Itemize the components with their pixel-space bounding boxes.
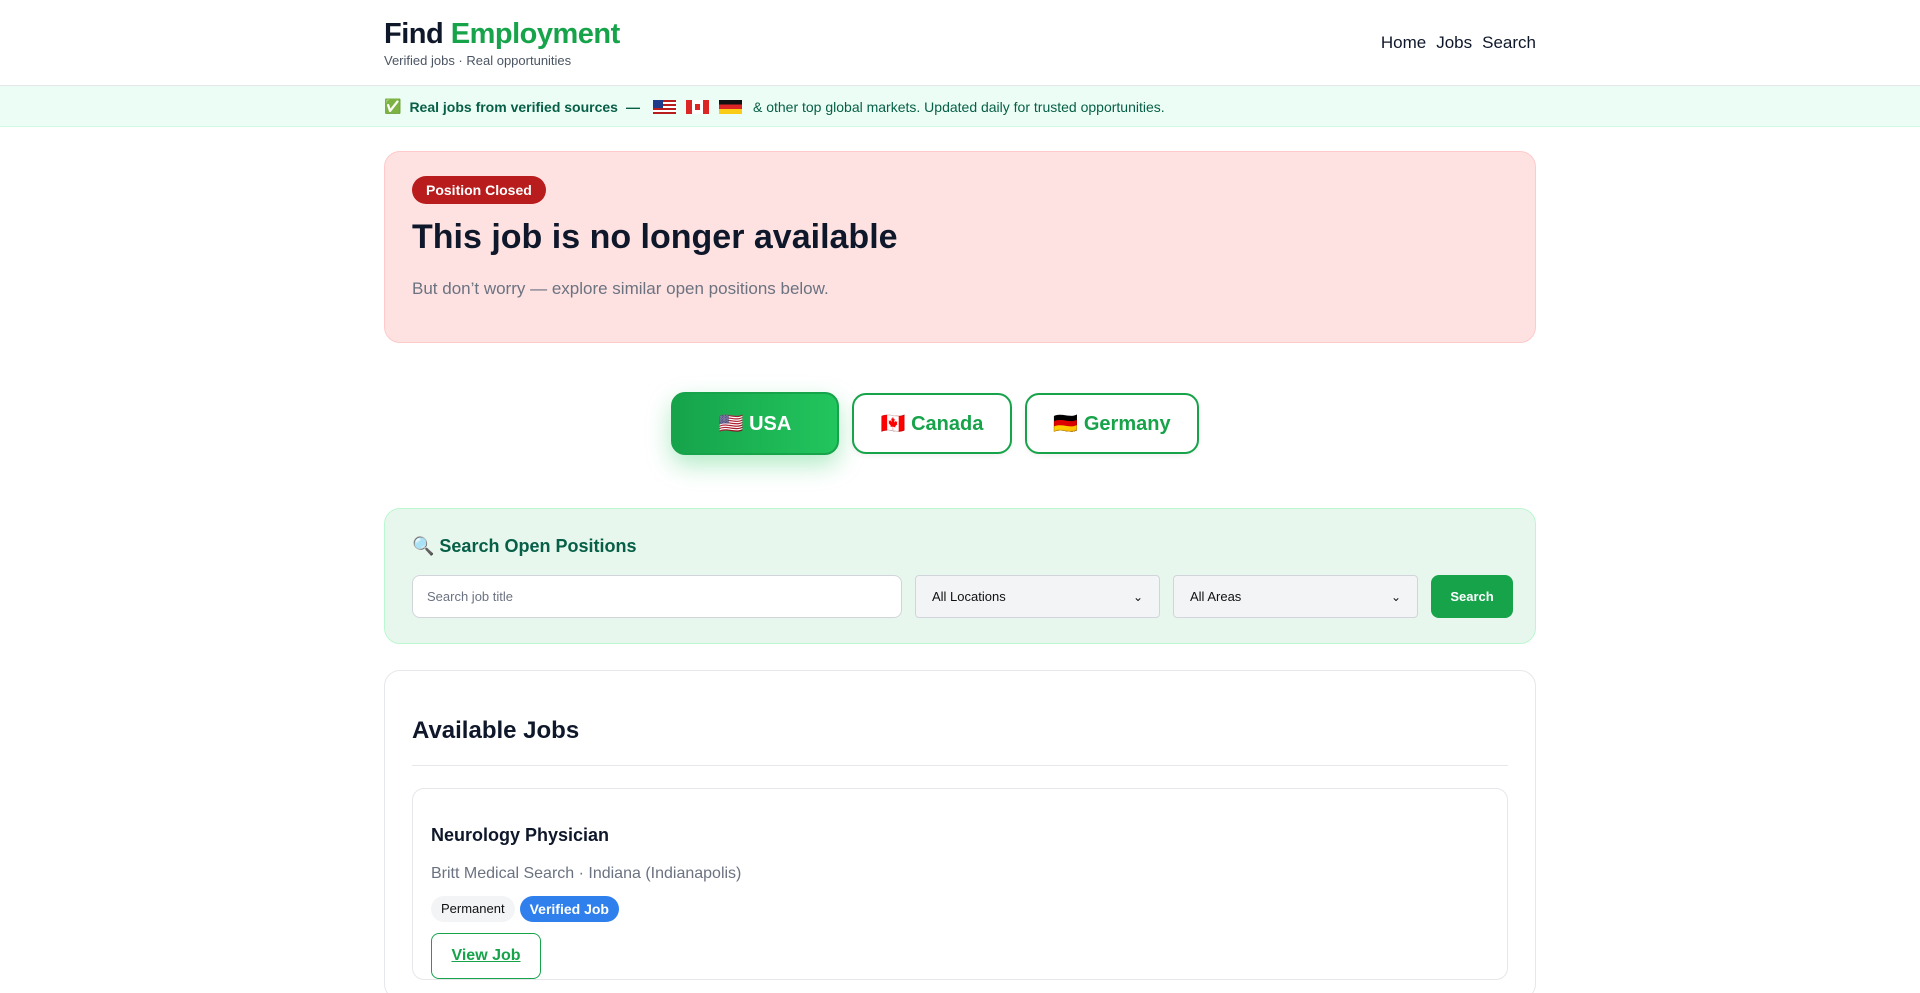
- logo-find: Find: [384, 18, 444, 50]
- available-jobs-title: Available Jobs: [412, 717, 1508, 766]
- search-button[interactable]: Search: [1431, 575, 1513, 618]
- view-job-button[interactable]: View Job: [431, 933, 541, 979]
- job-closed-notice: Position Closed This job is no longer av…: [384, 151, 1536, 343]
- location-select[interactable]: All Locations ⌄: [915, 575, 1160, 618]
- available-jobs-panel: Available Jobs Neurology Physician Britt…: [384, 670, 1536, 993]
- site-header: Find Employment Verified jobs · Real opp…: [0, 0, 1920, 86]
- banner-bold-text: Real jobs from verified sources: [409, 98, 618, 115]
- job-meta: Britt Medical Search · Indiana (Indianap…: [431, 865, 742, 882]
- chevron-down-icon: ⌄: [1390, 589, 1401, 604]
- closed-subtitle: But don’t worry — explore similar open p…: [412, 279, 829, 298]
- search-panel: 🔍 Search Open Positions All Locations ⌄ …: [384, 508, 1536, 644]
- search-input[interactable]: [412, 575, 902, 618]
- logo[interactable]: Find Employment: [384, 18, 620, 51]
- job-card: Neurology Physician Britt Medical Search…: [412, 788, 1508, 980]
- country-button-usa[interactable]: 🇺🇸 USA: [671, 392, 839, 455]
- area-select[interactable]: All Areas ⌄: [1173, 575, 1418, 618]
- germany-flag-icon: [718, 99, 742, 114]
- job-tags: Permanent Verified Job: [431, 896, 1489, 922]
- banner-rest-text: & other top global markets. Updated dail…: [752, 98, 1165, 115]
- closed-title: This job is no longer available: [412, 218, 898, 256]
- main-content: Position Closed This job is no longer av…: [384, 151, 1536, 993]
- job-title[interactable]: Neurology Physician: [431, 825, 1489, 846]
- canada-flag-icon: [685, 99, 709, 114]
- verified-job-badge: Verified Job: [519, 896, 619, 922]
- trust-banner: ✅ Real jobs from verified sources — & ot…: [0, 86, 1920, 127]
- tagline: Verified jobs · Real opportunities: [384, 53, 572, 68]
- search-title: 🔍 Search Open Positions: [412, 536, 637, 556]
- country-button-germany[interactable]: 🇩🇪 Germany: [1025, 393, 1199, 454]
- location-select-value: All Locations: [932, 589, 1006, 604]
- check-icon: ✅: [384, 98, 402, 114]
- position-closed-badge: Position Closed: [412, 176, 546, 204]
- logo-employment: Employment: [450, 18, 621, 50]
- nav-home[interactable]: Home: [1381, 33, 1426, 53]
- country-switcher: 🇺🇸 USA 🇨🇦 Canada 🇩🇪 Germany: [334, 392, 1536, 455]
- area-select-value: All Areas: [1190, 589, 1242, 604]
- chevron-down-icon: ⌄: [1132, 589, 1143, 604]
- banner-separator: —: [625, 98, 640, 115]
- country-button-canada[interactable]: 🇨🇦 Canada: [852, 393, 1012, 454]
- nav-jobs[interactable]: Jobs: [1436, 33, 1472, 53]
- nav-search[interactable]: Search: [1482, 33, 1536, 53]
- job-type-tag: Permanent: [431, 896, 515, 922]
- main-nav: Home Jobs Search: [1381, 33, 1536, 53]
- us-flag-icon: [652, 99, 676, 114]
